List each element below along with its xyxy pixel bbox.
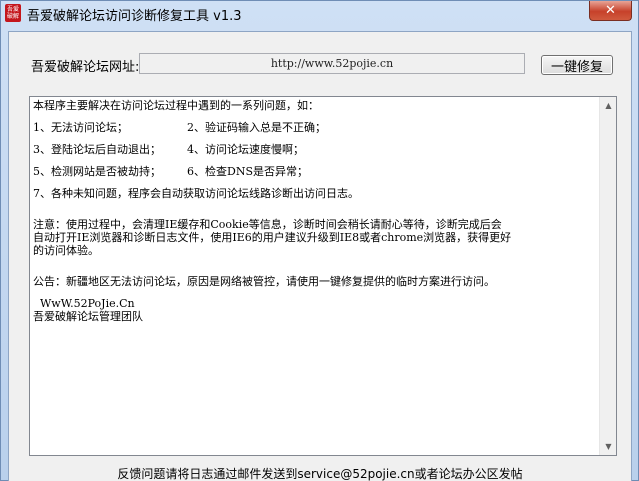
- scroll-down-arrow-icon[interactable]: ▼: [600, 438, 616, 455]
- log-signature-site: WwW.52PoJie.Cn: [33, 297, 135, 310]
- title-bar[interactable]: 吾爱破解 吾爱破解论坛访问诊断修复工具 v1.3 ✕: [1, 1, 638, 25]
- log-notice-line: 的访问体验。: [33, 244, 99, 257]
- scroll-up-arrow-icon[interactable]: ▲: [600, 97, 616, 114]
- app-window: 吾爱破解 吾爱破解论坛访问诊断修复工具 v1.3 ✕ 吾爱破解论坛网址: htt…: [0, 0, 639, 481]
- log-item: 3、登陆论坛后自动退出；: [33, 143, 161, 156]
- log-notice-line: 注意：使用过程中，会清理IE缓存和Cookie等信息，诊断时间会稍长请耐心等待，…: [33, 218, 502, 231]
- client-area: 吾爱破解论坛网址: http://www.52pojie.cn 一键修复 本程序…: [8, 31, 632, 481]
- log-item: 5、检测网站是否被劫持；: [33, 165, 161, 178]
- url-label: 吾爱破解论坛网址:: [31, 60, 140, 75]
- log-notice-line: 自动打开IE浏览器和诊断日志文件，使用IE6的用户建议升级到IE8或者chrom…: [33, 231, 512, 244]
- log-item: 6、检查DNS是否异常；: [187, 165, 308, 178]
- log-item-row: 1、无法访问论坛； 2、验证码输入总是不正确；: [33, 121, 599, 134]
- log-item-row: 5、检测网站是否被劫持； 6、检查DNS是否异常；: [33, 165, 599, 178]
- log-item: 2、验证码输入总是不正确；: [187, 121, 326, 134]
- window-title: 吾爱破解论坛访问诊断修复工具 v1.3: [27, 9, 242, 24]
- log-signature-team: 吾爱破解论坛管理团队: [33, 310, 143, 323]
- log-item: 1、无法访问论坛；: [33, 121, 128, 134]
- log-intro: 本程序主要解决在访问论坛过程中遇到的一系列问题，如：: [33, 99, 319, 112]
- footer-feedback-text: 反馈问题请将日志通过邮件发送到service@52pojie.cn或者论坛办公区…: [117, 467, 523, 481]
- log-announcement: 公告：新疆地区无法访问论坛，原因是网络被管控，请使用一键修复提供的临时方案进行访…: [33, 275, 495, 288]
- log-item: 4、访问论坛速度慢啊；: [187, 143, 304, 156]
- close-button[interactable]: ✕: [589, 1, 632, 21]
- one-click-repair-button[interactable]: 一键修复: [541, 55, 613, 75]
- log-content: 本程序主要解决在访问论坛过程中遇到的一系列问题，如： 1、无法访问论坛； 2、验…: [33, 99, 599, 323]
- log-item-row: 3、登陆论坛后自动退出； 4、访问论坛速度慢啊；: [33, 143, 599, 156]
- log-textarea[interactable]: 本程序主要解决在访问论坛过程中遇到的一系列问题，如： 1、无法访问论坛； 2、验…: [29, 96, 617, 456]
- close-icon: ✕: [605, 3, 616, 18]
- vertical-scrollbar[interactable]: ▲ ▼: [599, 97, 616, 455]
- log-item: 7、各种未知问题，程序会自动获取访问论坛线路诊断出访问日志。: [33, 187, 359, 200]
- app-logo-icon: 吾爱破解: [5, 4, 21, 22]
- url-input[interactable]: http://www.52pojie.cn: [139, 53, 525, 74]
